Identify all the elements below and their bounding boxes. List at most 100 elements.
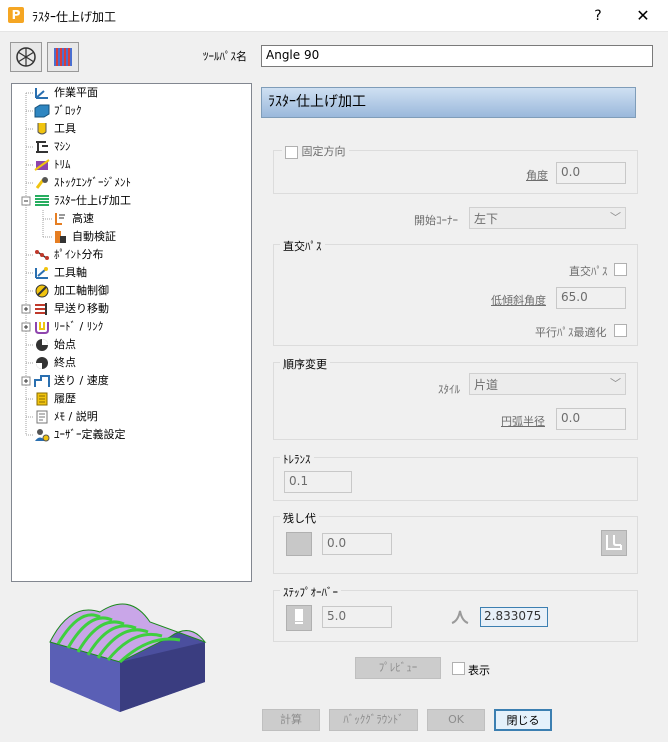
tolerance-input[interactable]: 0.1: [284, 471, 352, 493]
tree-item-trim[interactable]: ﾄﾘﾑ: [34, 156, 71, 174]
auto-verify-icon: [55, 231, 66, 243]
orthogonal-checkbox[interactable]: [614, 263, 627, 276]
background-button[interactable]: ﾊﾞｯｸｸﾞﾗｳﾝﾄﾞ: [329, 709, 418, 731]
tree-item-label: 履歴: [54, 392, 76, 405]
start-corner-label: 開始ｺｰﾅｰ: [414, 214, 458, 227]
tree-item-raster-finishing[interactable]: ﾗｽﾀｰ仕上げ加工: [34, 192, 131, 210]
tree-item-notes[interactable]: ﾒﾓ / 説明: [34, 408, 98, 426]
stepover-copy-button[interactable]: [286, 605, 312, 631]
style-value: 片道: [474, 378, 499, 392]
start-corner-select[interactable]: 左下 ﹀: [469, 207, 626, 229]
machine-icon: [36, 141, 48, 153]
tree-item-label: 工具: [54, 122, 76, 135]
rapid-move-icon: [35, 303, 47, 315]
raster-icon: [35, 195, 49, 206]
stripes-icon: [54, 48, 72, 66]
tree-item-tool-axis[interactable]: 工具軸: [34, 264, 87, 282]
tree-item-label: ﾏｼﾝ: [54, 140, 71, 153]
chevron-down-icon: ﹀: [610, 377, 621, 390]
stepover-title: ｽﾃｯﾌﾟｵｰﾊﾞｰ: [280, 584, 341, 600]
optimize-label: 平行ﾊﾟｽ最適化: [535, 326, 607, 339]
close-window-button[interactable]: ✕: [628, 4, 658, 28]
title-bar: P ﾗｽﾀｰ仕上げ加工 ? ✕: [0, 0, 668, 32]
component-stock-button[interactable]: [601, 530, 627, 556]
low-slope-label: 低傾斜角度: [491, 294, 546, 307]
block-icon: [34, 104, 50, 118]
angle-input[interactable]: 0.0: [556, 162, 626, 184]
page-title: ﾗｽﾀｰ仕上げ加工: [261, 87, 636, 118]
user-settings-icon: [35, 429, 50, 442]
fixed-direction-title[interactable]: 固定方向: [282, 143, 349, 159]
fixed-direction-checkbox[interactable]: [285, 145, 298, 159]
toolpath-settings-button[interactable]: [10, 42, 42, 72]
toolpath-copy-button[interactable]: [47, 42, 79, 72]
feeds-speeds-icon: [34, 375, 50, 387]
tree-item-label: 自動検証: [72, 230, 116, 243]
tree-item-stock-engagement[interactable]: ｽﾄｯｸｴﾝｹﾞｰｼﾞﾒﾝﾄ: [34, 174, 131, 192]
tree-item-label: 加工軸制御: [54, 284, 109, 297]
order-title: 順序変更: [280, 356, 330, 372]
tolerance-title: ﾄﾚﾗﾝｽ: [280, 451, 314, 467]
point-distribution-icon: [35, 250, 49, 260]
arc-radius-label: 円弧半径: [501, 415, 545, 428]
history-icon: [36, 392, 48, 406]
stock-profile-icon: [606, 535, 622, 550]
axis-control-icon: [35, 284, 49, 298]
end-point-icon: [36, 357, 48, 369]
app-icon: P: [8, 7, 24, 23]
tree-item-end-point[interactable]: 終点: [34, 354, 76, 372]
trim-icon: [34, 159, 50, 171]
tree-item-block[interactable]: ﾌﾞﾛｯｸ: [34, 102, 82, 120]
tree-item-workplane[interactable]: 作業平面: [34, 84, 98, 102]
tree-item-tool[interactable]: 工具: [34, 120, 76, 138]
tree-item-user-settings[interactable]: ﾕｰｻﾞｰ定義設定: [34, 426, 126, 444]
stock-color-swatch[interactable]: [286, 532, 312, 556]
tree-item-label: 送り / 速度: [54, 374, 109, 387]
ok-button[interactable]: OK: [427, 709, 485, 731]
orthogonal-check-label: 直交ﾊﾟｽ: [569, 265, 608, 278]
stock-title: 残し代: [280, 510, 319, 526]
tool-stepover-icon: [295, 609, 303, 624]
tree-item-lead-link[interactable]: ﾘｰﾄﾞ / ﾘﾝｸ: [34, 318, 103, 336]
high-speed-icon: [55, 213, 65, 225]
tree-item-rapid-move[interactable]: 早送り移動: [34, 300, 109, 318]
calculate-button[interactable]: 計算: [262, 709, 320, 731]
toolpath-name-input[interactable]: Angle 90: [261, 45, 653, 67]
tree-item-auto-verify[interactable]: 自動検証: [52, 228, 116, 246]
tree-item-label: ﾎﾟｲﾝﾄ分布: [54, 248, 104, 261]
tree-item-high-speed[interactable]: 高速: [52, 210, 94, 228]
stock-input[interactable]: 0.0: [322, 533, 392, 555]
tree-item-feeds-speeds[interactable]: 送り / 速度: [34, 372, 109, 390]
optimize-checkbox[interactable]: [614, 324, 627, 337]
tree-item-machine[interactable]: ﾏｼﾝ: [34, 138, 71, 156]
arc-radius-input[interactable]: 0.0: [556, 408, 626, 430]
show-checkbox[interactable]: [452, 662, 465, 675]
tree-item-label: ﾕｰｻﾞｰ定義設定: [54, 428, 126, 441]
toolpath-preview-image: [49, 603, 207, 712]
tree-item-history[interactable]: 履歴: [34, 390, 76, 408]
lead-link-icon: [35, 322, 49, 334]
show-label: 表示: [468, 664, 490, 677]
style-select[interactable]: 片道 ﹀: [469, 373, 626, 395]
preview-button[interactable]: ﾌﾟﾚﾋﾞｭｰ: [355, 657, 441, 679]
tree-item-axis-control[interactable]: 加工軸制御: [34, 282, 109, 300]
fixed-direction-label: 固定方向: [301, 145, 346, 158]
tree-item-label: ﾒﾓ / 説明: [54, 410, 98, 423]
tree-item-label: 終点: [54, 356, 76, 369]
chevron-down-icon: ﹀: [610, 211, 621, 224]
tree-item-start-point[interactable]: 始点: [34, 336, 76, 354]
notes-icon: [36, 410, 48, 424]
tree-item-point-distribution[interactable]: ﾎﾟｲﾝﾄ分布: [34, 246, 104, 264]
tree-item-label: 工具軸: [54, 266, 87, 279]
stepover-input[interactable]: 5.0: [322, 606, 392, 628]
close-button[interactable]: 閉じる: [494, 709, 552, 731]
tool-axis-icon: [35, 267, 48, 279]
low-slope-input[interactable]: 65.0: [556, 287, 626, 309]
cube-network-icon: [16, 47, 36, 67]
start-point-icon: [36, 339, 48, 351]
help-button[interactable]: ?: [586, 4, 610, 28]
tree-item-label: ｽﾄｯｸｴﾝｹﾞｰｼﾞﾒﾝﾄ: [54, 176, 131, 189]
tree-item-label: ﾘｰﾄﾞ / ﾘﾝｸ: [54, 320, 104, 333]
tool-icon: [37, 123, 47, 135]
cusp-height-input[interactable]: 2.833075: [480, 607, 548, 627]
